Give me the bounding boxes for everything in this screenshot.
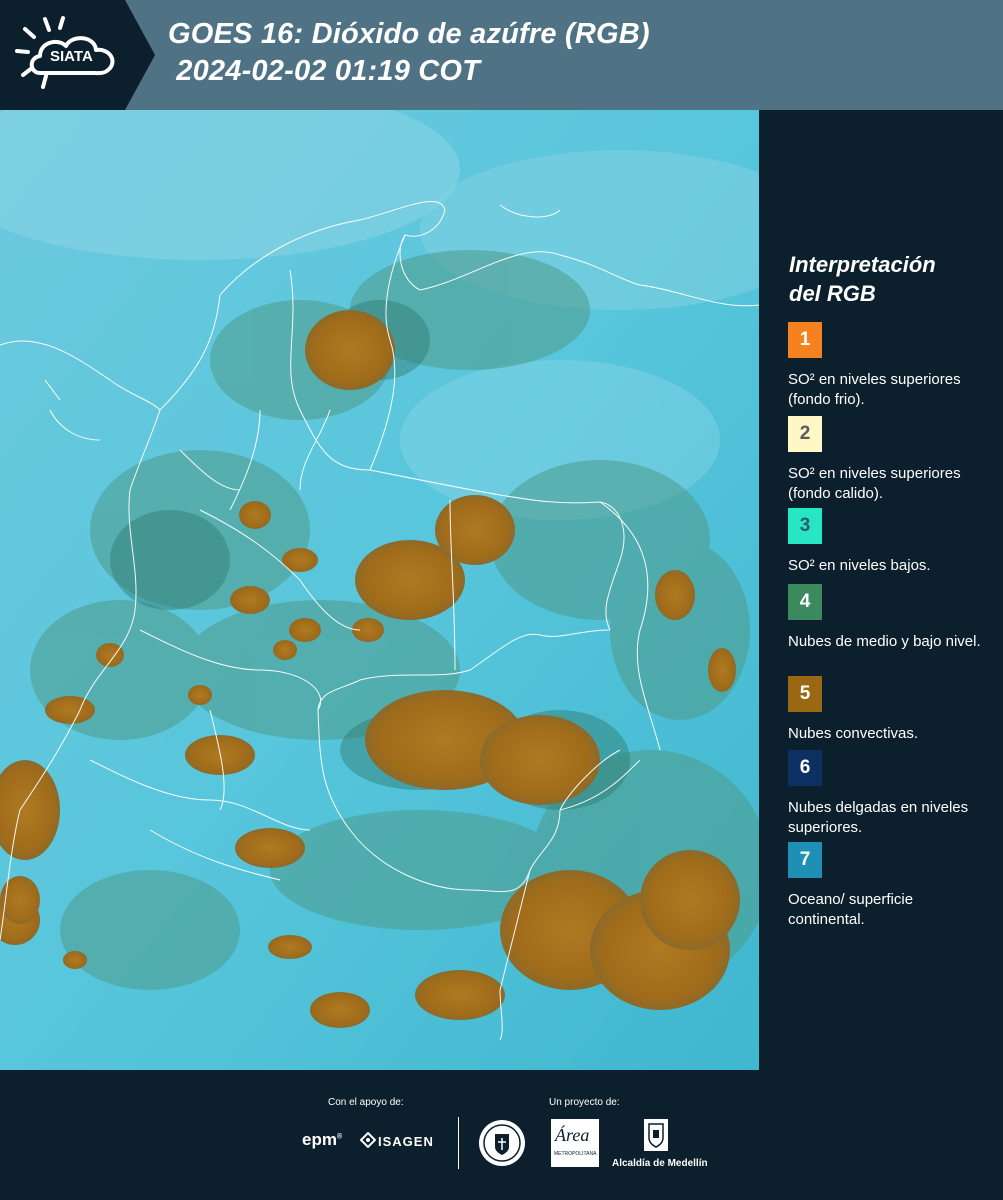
title-line-2: 2024-02-02 01:19 COT [168, 55, 481, 87]
legend-number-3: 3 [799, 515, 811, 536]
legend-number-6: 6 [799, 757, 811, 778]
legend-swatch-2: 2 [788, 416, 822, 452]
support-caption: Con el apoyo de: [328, 1097, 404, 1108]
legend-swatch-4: 4 [788, 584, 822, 620]
legend-text-3: SO² en niveles bajos. [788, 557, 931, 574]
legend-number-7: 7 [799, 849, 811, 870]
title-line-1: GOES 16: Dióxido de azúfre (RGB) [168, 18, 650, 50]
header-bar: SIATA GOES 16: Dióxido de azúfre (RGB) 2… [0, 0, 1003, 110]
legend-text-5: Nubes convectivas. [788, 725, 919, 742]
legend-swatch-7: 7 [788, 842, 822, 878]
satellite-rgb-map [0, 110, 759, 1070]
alcaldia-logo-text: Alcaldía de Medellín [612, 1158, 708, 1169]
legend-number-2: 2 [799, 423, 811, 444]
legend-number-4: 4 [799, 591, 811, 612]
isagen-logo-text: ISAGEN [378, 1134, 434, 1149]
legend-text-6: Nubes delgadas en niveles superiores. [788, 799, 969, 836]
isagen-icon [359, 1131, 377, 1149]
legend-swatch-5: 5 [788, 676, 822, 712]
legend-title-line-2: del RGB [789, 281, 876, 306]
epm-logo: epm® [302, 1130, 343, 1149]
legend-item-1: 1 SO² en niveles superiores (fondo frio)… [788, 322, 988, 410]
area-logo-subtext: METROPOLITANA [554, 1151, 597, 1157]
legend-item-4: 4 Nubes de medio y bajo nivel. [788, 584, 988, 652]
legend-swatch-1: 1 [788, 322, 822, 358]
page-title: GOES 16: Dióxido de azúfre (RGB) 2024-02… [168, 16, 650, 90]
legend-text-2: SO² en niveles superiores (fondo calido)… [788, 465, 961, 502]
alcaldia-shield-icon [641, 1118, 671, 1152]
legend-swatch-6: 6 [788, 750, 822, 786]
university-seal-icon [478, 1119, 526, 1167]
logo-text: SIATA [50, 48, 93, 65]
legend-item-6: 6 Nubes delgadas en niveles superiores. [788, 750, 988, 838]
footer-divider [458, 1117, 459, 1169]
legend-swatch-3: 3 [788, 508, 822, 544]
legend-text-1: SO² en niveles superiores (fondo frio). [788, 371, 961, 408]
area-metropolitana-logo: Área METROPOLITANA [551, 1119, 599, 1167]
legend-number-1: 1 [799, 329, 811, 350]
legend-item-2: 2 SO² en niveles superiores (fondo calid… [788, 416, 988, 504]
area-logo-text: Área [555, 1125, 590, 1145]
legend-text-7: Oceano/ superficie continental. [788, 891, 914, 928]
project-caption: Un proyecto de: [549, 1097, 620, 1108]
legend-title: Interpretación del RGB [789, 250, 936, 308]
legend-number-5: 5 [799, 683, 811, 704]
legend-item-3: 3 SO² en niveles bajos. [788, 508, 988, 576]
legend-item-7: 7 Oceano/ superficie continental. [788, 842, 988, 930]
epm-logo-text: epm [302, 1130, 337, 1149]
siata-logo: SIATA [0, 0, 155, 110]
footer-bar: Con el apoyo de: Un proyecto de: epm® IS… [0, 1070, 1003, 1200]
legend-item-5: 5 Nubes convectivas. [788, 676, 988, 744]
legend-text-4: Nubes de medio y bajo nivel. [788, 633, 981, 650]
legend-title-line-1: Interpretación [789, 252, 936, 277]
legend-panel: Interpretación del RGB 1 SO² en niveles … [759, 110, 1003, 1070]
